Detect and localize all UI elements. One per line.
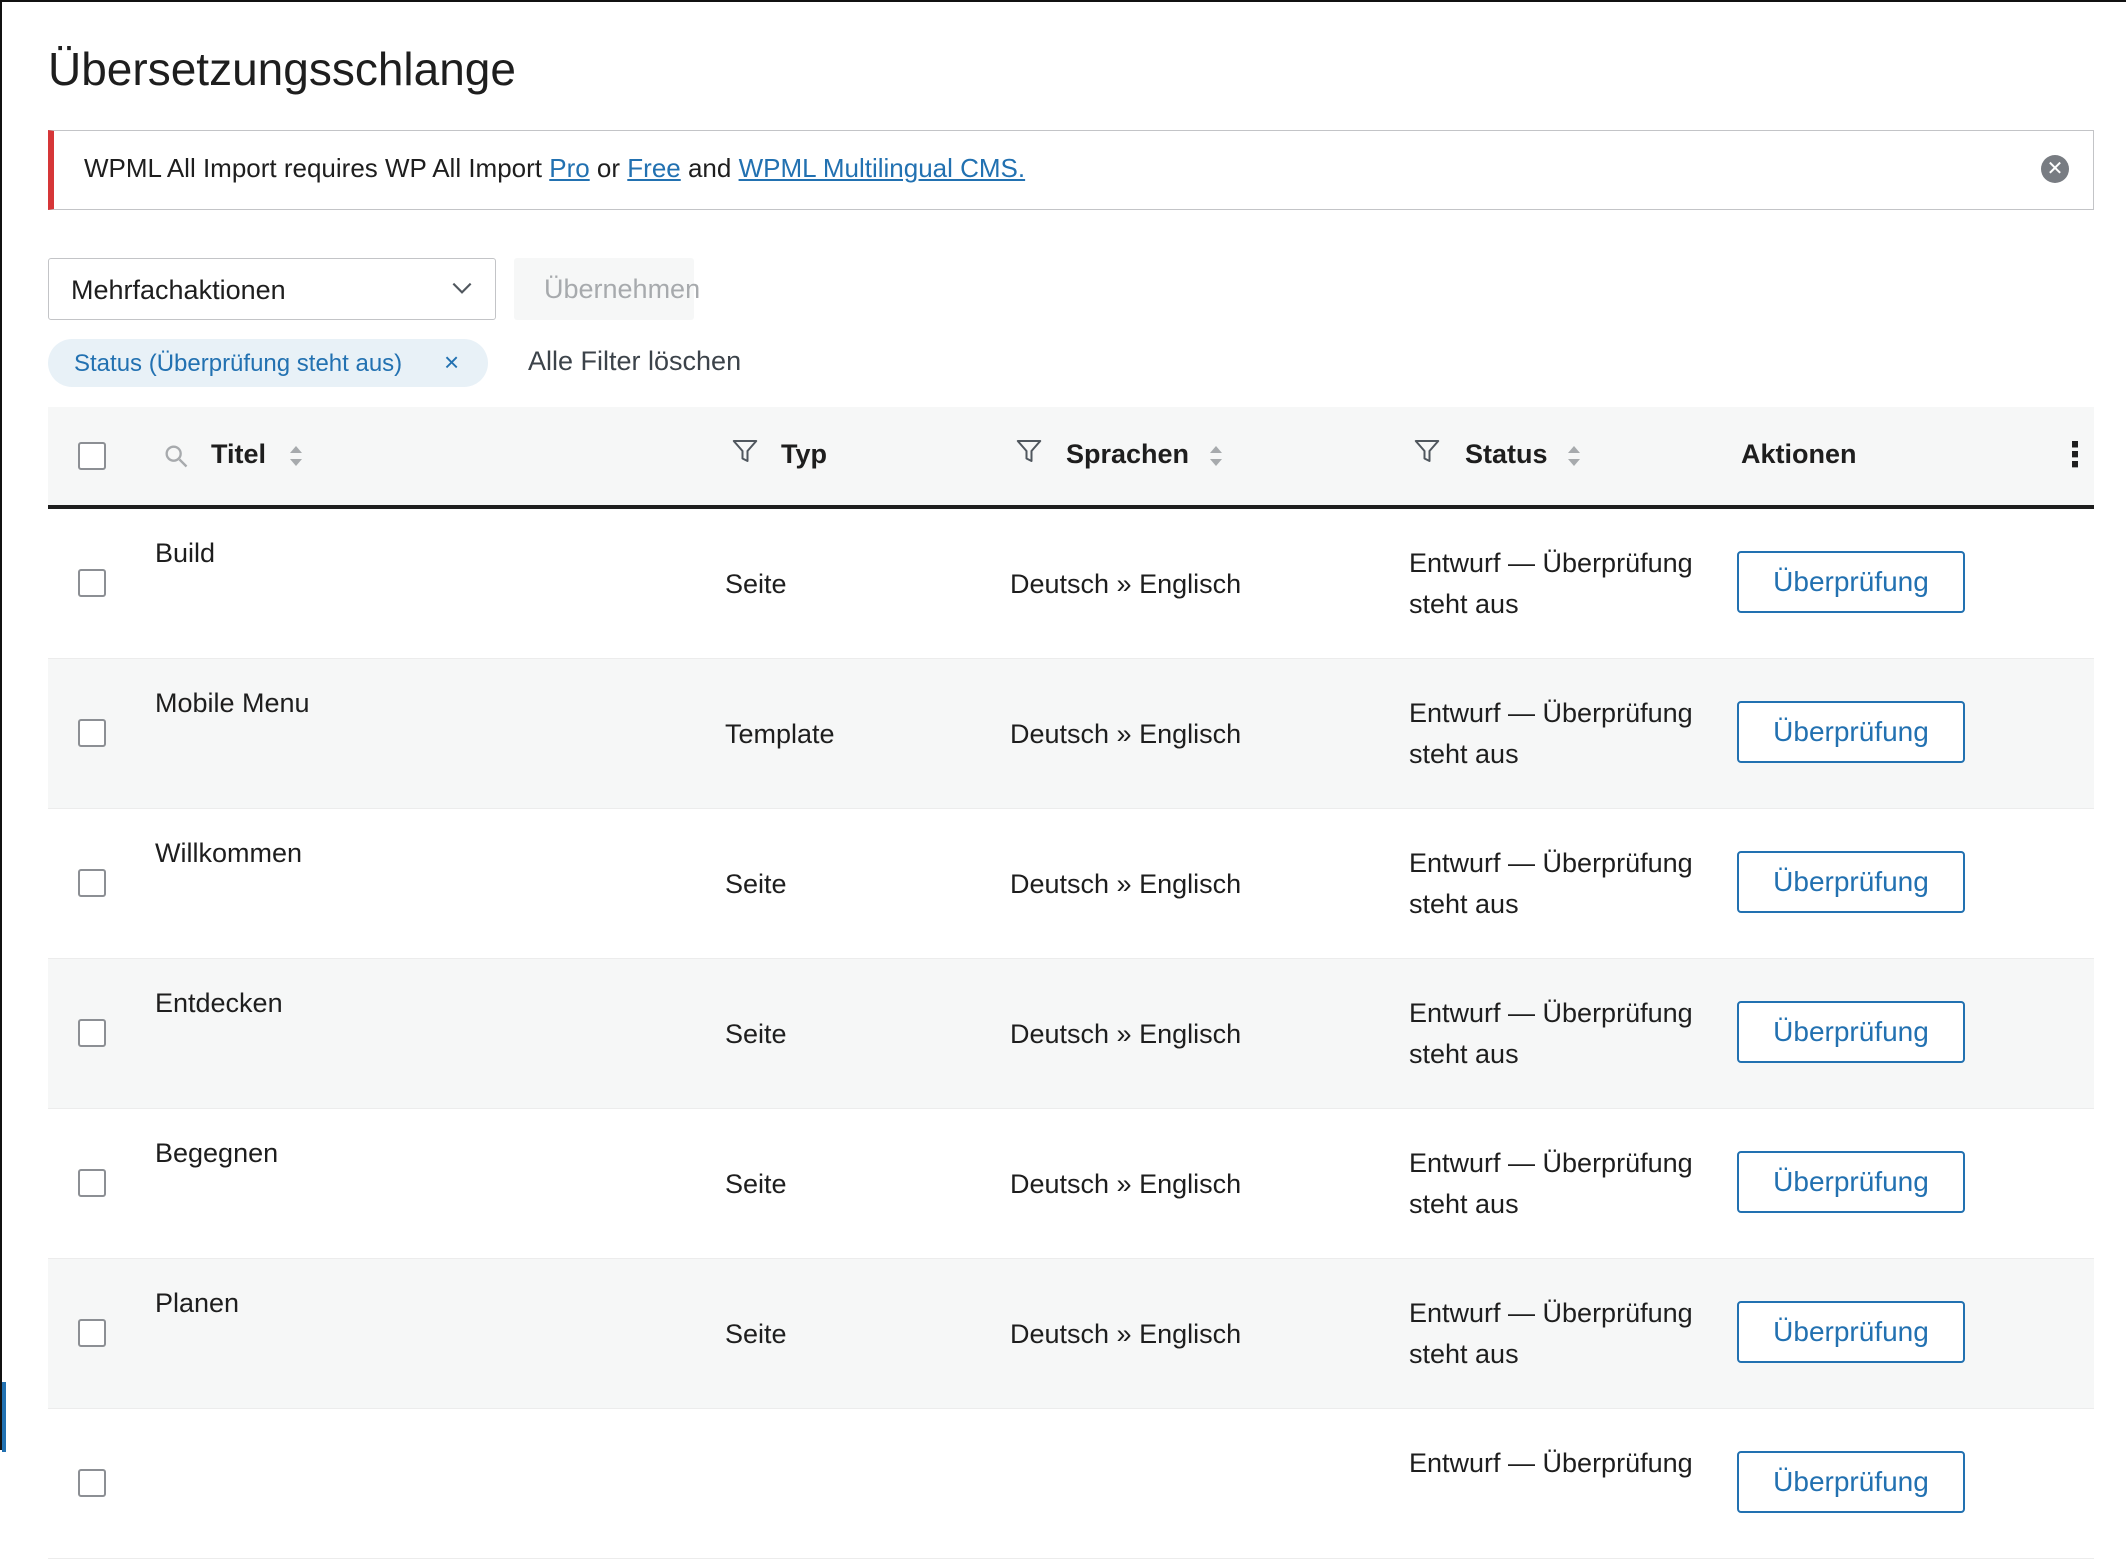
notice-link-wpml[interactable]: WPML Multilingual CMS. [739,153,1026,183]
review-button[interactable]: Überprüfung [1737,1151,1965,1213]
review-button[interactable]: Überprüfung [1737,701,1965,763]
chevron-down-icon [452,282,472,294]
table-row: Build Seite Deutsch » Englisch Entwurf —… [48,509,2094,659]
row-title[interactable]: Build [155,538,215,569]
column-languages[interactable]: Sprachen [1066,439,1189,470]
remove-filter-icon[interactable]: × [444,347,459,378]
column-status[interactable]: Status [1465,439,1548,470]
filter-chip-label: Status (Überprüfung steht aus) [74,350,403,377]
row-languages: Deutsch » Englisch [1010,869,1242,899]
clear-all-filters-link[interactable]: Alle Filter löschen [528,346,741,377]
row-checkbox[interactable] [78,569,106,597]
row-status: Entwurf — Überprüfung steht aus [1409,1143,1739,1225]
filter-icon[interactable] [1014,435,1044,467]
notice-link-free[interactable]: Free [627,153,680,183]
active-filter-chip[interactable]: Status (Überprüfung steht aus) × [48,339,488,387]
left-edge-indicator [2,1382,6,1452]
row-status-line1: Entwurf — Überprüfung [1409,1448,1693,1478]
review-button[interactable]: Überprüfung [1737,851,1965,913]
column-actions: Aktionen [1741,439,1857,469]
row-status-line1: Entwurf — Überprüfung [1409,1148,1693,1178]
sort-icon[interactable] [1564,441,1584,471]
table-row: Begegnen Seite Deutsch » Englisch Entwur… [48,1109,2094,1259]
row-status-line2: steht aus [1409,1039,1519,1069]
row-status: Entwurf — Überprüfung [1409,1443,1739,1484]
select-all-checkbox[interactable] [78,442,106,470]
row-status-line1: Entwurf — Überprüfung [1409,548,1693,578]
page-title: Übersetzungsschlange [48,43,516,95]
notice-text-or: or [589,153,628,183]
row-status: Entwurf — Überprüfung steht aus [1409,843,1739,925]
dismiss-notice-icon[interactable]: ✕ [2041,155,2069,183]
table-row: Entwurf — Überprüfung Überprüfung [48,1409,2094,1559]
table-row: Willkommen Seite Deutsch » Englisch Entw… [48,809,2094,959]
row-status-line2: steht aus [1409,1189,1519,1219]
table-row: Planen Seite Deutsch » Englisch Entwurf … [48,1259,2094,1409]
row-title[interactable]: Begegnen [155,1138,278,1169]
row-type: Seite [725,1319,787,1349]
bulk-actions-label: Mehrfachaktionen [71,275,286,305]
row-type: Seite [725,1169,787,1199]
row-status: Entwurf — Überprüfung steht aus [1409,693,1739,775]
filter-icon[interactable] [730,435,760,467]
filter-icon[interactable] [1412,435,1442,467]
row-checkbox[interactable] [78,719,106,747]
row-status: Entwurf — Überprüfung steht aus [1409,1293,1739,1375]
row-title[interactable]: Mobile Menu [155,688,310,719]
row-status-line2: steht aus [1409,739,1519,769]
row-languages: Deutsch » Englisch [1010,1169,1242,1199]
column-title[interactable]: Titel [211,439,266,470]
window-frame: Übersetzungsschlange WPML All Import req… [0,0,2126,1559]
row-title[interactable]: Planen [155,1288,239,1319]
sort-icon[interactable] [286,441,306,471]
notice-text-and: and [680,153,739,183]
row-status-line1: Entwurf — Überprüfung [1409,698,1693,728]
row-languages: Deutsch » Englisch [1010,719,1242,749]
notice-link-pro[interactable]: Pro [549,153,589,183]
apply-button-label: Übernehmen [544,274,701,304]
row-title[interactable]: Entdecken [155,988,283,1019]
table-row: Entdecken Seite Deutsch » Englisch Entwu… [48,959,2094,1109]
table-header: Titel Typ Sprachen Status Aktionen ⋮ [48,407,2094,509]
sort-icon[interactable] [1206,441,1226,471]
row-status-line1: Entwurf — Überprüfung [1409,848,1693,878]
notice-message: WPML All Import requires WP All Import P… [84,153,1025,184]
row-checkbox[interactable] [78,869,106,897]
row-checkbox[interactable] [78,1019,106,1047]
table-row: Mobile Menu Template Deutsch » Englisch … [48,659,2094,809]
review-button[interactable]: Überprüfung [1737,1301,1965,1363]
column-options-icon[interactable]: ⋮ [2058,435,2092,475]
row-status-line1: Entwurf — Überprüfung [1409,998,1693,1028]
row-type: Seite [725,569,787,599]
review-button[interactable]: Überprüfung [1737,1001,1965,1063]
row-type: Seite [725,1019,787,1049]
review-button[interactable]: Überprüfung [1737,551,1965,613]
column-type[interactable]: Typ [781,439,827,470]
row-status: Entwurf — Überprüfung steht aus [1409,993,1739,1075]
row-status-line1: Entwurf — Überprüfung [1409,1298,1693,1328]
search-icon[interactable] [162,442,190,470]
row-title[interactable]: Willkommen [155,838,302,869]
notice-text-before: WPML All Import requires WP All Import [84,153,550,183]
review-button[interactable]: Überprüfung [1737,1451,1965,1513]
row-checkbox[interactable] [78,1169,106,1197]
row-status-line2: steht aus [1409,889,1519,919]
row-type: Seite [725,869,787,899]
row-status-line2: steht aus [1409,1339,1519,1369]
apply-button[interactable]: Übernehmen [514,258,700,320]
row-type: Template [725,719,835,749]
row-languages: Deutsch » Englisch [1010,569,1242,599]
row-checkbox[interactable] [78,1319,106,1347]
row-checkbox[interactable] [78,1469,106,1497]
row-languages: Deutsch » Englisch [1010,1319,1242,1349]
row-status: Entwurf — Überprüfung steht aus [1409,543,1739,625]
error-notice: WPML All Import requires WP All Import P… [48,130,2094,210]
row-languages: Deutsch » Englisch [1010,1019,1242,1049]
row-status-line2: steht aus [1409,589,1519,619]
translation-queue-table: Titel Typ Sprachen Status Aktionen ⋮ Bui… [48,407,2094,1559]
bulk-actions-select[interactable]: Mehrfachaktionen [48,258,496,320]
